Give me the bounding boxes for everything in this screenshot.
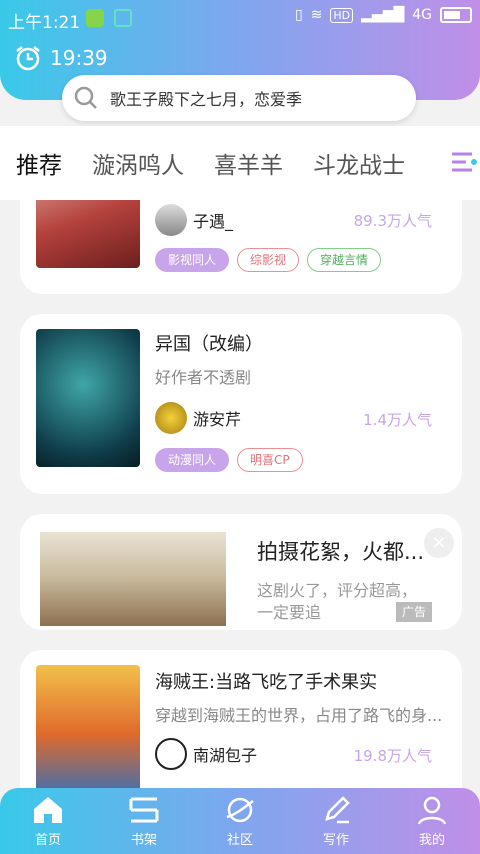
tag[interactable]: 明喜CP xyxy=(237,448,303,472)
clock-row: 19:39 xyxy=(14,44,108,72)
clock-time: 19:39 xyxy=(50,46,108,70)
ad-desc: 这剧火了，评分超高，一定要追 xyxy=(257,581,418,622)
book-desc: 好作者不透剧 xyxy=(155,368,252,387)
ad-image xyxy=(40,532,226,626)
book-title: 异国（改编） xyxy=(155,334,263,355)
book-author: 游安芹 xyxy=(155,402,241,434)
book-cover xyxy=(36,665,140,803)
search-bar[interactable]: 歌王子殿下之七月，恋爱季 xyxy=(62,75,416,121)
book-popularity: 89.3万人气 xyxy=(353,212,432,230)
hd-badge: HD xyxy=(330,7,354,23)
status-right: ▯ ≋ HD ▂▄▆█ 4G xyxy=(295,7,472,23)
planet-icon xyxy=(226,797,254,822)
book-card[interactable]: 子遇_ 89.3万人气 影视同人 综影视 穿越言情 xyxy=(20,200,462,294)
home-icon xyxy=(34,796,62,823)
tag[interactable]: 影视同人 xyxy=(155,248,230,272)
book-author: 子遇_ xyxy=(155,204,233,236)
book-tags: 影视同人 综影视 穿越言情 xyxy=(155,248,382,272)
tag[interactable]: 综影视 xyxy=(237,248,300,272)
android-icon xyxy=(86,9,104,27)
book-desc: 穿越到海贼王的世界，占用了路飞的身... xyxy=(155,706,443,725)
author-avatar xyxy=(155,204,187,236)
bottom-nav: 首页 书架 社区 写作 我的 xyxy=(0,788,480,854)
tag[interactable]: 动漫同人 xyxy=(155,448,230,472)
vibrate-icon: ▯ xyxy=(294,7,303,23)
pen-icon xyxy=(325,795,350,823)
book-card[interactable]: 异国（改编） 好作者不透剧 游安芹 1.4万人气 动漫同人 明喜CP xyxy=(20,314,462,494)
status-bar: 上午1:21 ▯ ≋ HD ▂▄▆█ 4G xyxy=(0,0,480,36)
status-time: 上午1:21 xyxy=(8,13,81,33)
signal-icon: ▂▄▆█ xyxy=(361,7,405,23)
author-name: 游安芹 xyxy=(193,410,242,429)
nav-label: 我的 xyxy=(418,832,445,848)
nav-me[interactable]: 我的 xyxy=(384,788,480,854)
ad-title: 拍摄花絮，火都... xyxy=(257,540,425,564)
ad-badge: 广告 xyxy=(395,602,432,622)
author-avatar xyxy=(155,402,187,434)
nav-home[interactable]: 首页 xyxy=(0,788,96,854)
nav-label: 写作 xyxy=(322,832,349,848)
wifi-icon: ≋ xyxy=(310,7,323,23)
category-menu-icon[interactable] xyxy=(444,148,480,180)
category-tabs: 推荐 漩涡鸣人 喜羊羊 斗龙战士 xyxy=(0,126,480,204)
author-name: 子遇_ xyxy=(193,212,234,231)
book-cover xyxy=(36,329,140,467)
ad-close-button[interactable]: × xyxy=(424,528,454,558)
tag[interactable]: 穿越言情 xyxy=(307,248,382,272)
tab-pleasant-goat[interactable]: 喜羊羊 xyxy=(214,146,283,180)
bookshelf-icon xyxy=(129,797,159,822)
book-author: 南湖包子 xyxy=(155,738,257,770)
network-label: 4G xyxy=(412,7,432,23)
alarm-clock-icon xyxy=(16,46,40,71)
book-cover xyxy=(36,200,140,268)
book-card[interactable]: 海贼王:当路飞吃了手术果实 穿越到海贼王的世界，占用了路飞的身... 南湖包子 … xyxy=(20,650,462,810)
nav-label: 书架 xyxy=(130,832,157,848)
book-title: 海贼王:当路飞吃了手术果实 xyxy=(155,672,378,693)
user-icon xyxy=(417,796,447,825)
tab-dragon-warrior[interactable]: 斗龙战士 xyxy=(313,146,405,180)
search-placeholder: 歌王子殿下之七月，恋爱季 xyxy=(110,90,303,109)
nav-bookshelf[interactable]: 书架 xyxy=(96,788,192,854)
battery-icon xyxy=(440,7,472,23)
nav-write[interactable]: 写作 xyxy=(288,788,384,854)
nav-label: 社区 xyxy=(226,832,253,848)
tab-recommend[interactable]: 推荐 xyxy=(16,146,62,204)
nav-label: 首页 xyxy=(34,832,61,848)
ad-card[interactable]: 拍摄花絮，火都... 这剧火了，评分超高，一定要追 × 广告 xyxy=(20,514,462,630)
book-popularity: 19.8万人气 xyxy=(353,747,432,765)
author-name: 南湖包子 xyxy=(193,746,258,765)
scan-icon xyxy=(114,9,132,27)
book-popularity: 1.4万人气 xyxy=(363,411,432,429)
search-icon xyxy=(74,86,97,109)
tab-naruto[interactable]: 漩涡鸣人 xyxy=(92,146,184,180)
nav-community[interactable]: 社区 xyxy=(192,788,288,854)
author-avatar xyxy=(155,738,187,770)
book-tags: 动漫同人 明喜CP xyxy=(155,448,303,472)
